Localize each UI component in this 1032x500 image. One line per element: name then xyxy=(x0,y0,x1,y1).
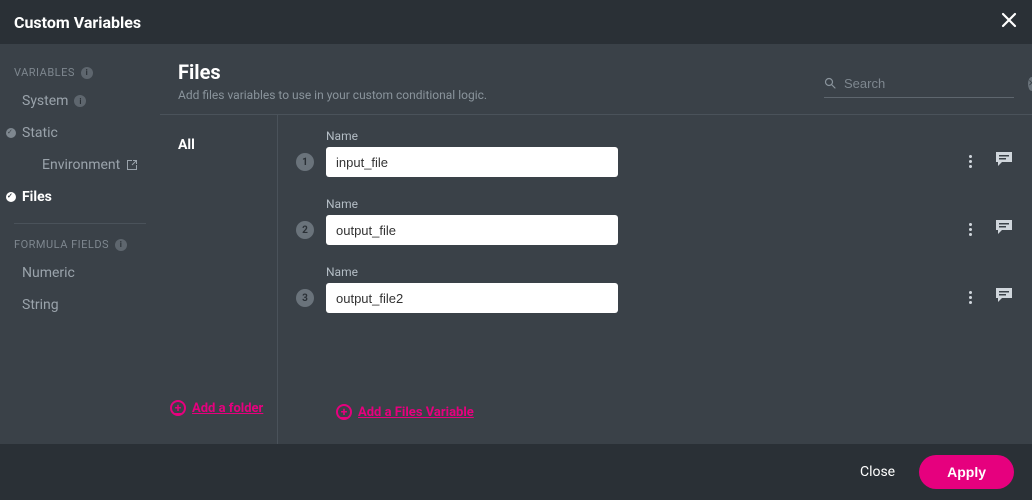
row-actions xyxy=(965,149,1014,173)
row-number-badge: 3 xyxy=(296,289,314,307)
sidebar-divider xyxy=(14,223,146,224)
kebab-menu-icon[interactable] xyxy=(965,287,976,308)
row-number-badge: 2 xyxy=(296,221,314,239)
variable-name-input[interactable] xyxy=(326,147,618,177)
sidebar-item-string[interactable]: String xyxy=(0,289,160,321)
sidebar-item-label: Static xyxy=(22,125,58,141)
group-label-text: VARIABLES xyxy=(14,66,75,79)
variable-row: 1 Name xyxy=(296,129,1014,177)
kebab-menu-icon[interactable] xyxy=(965,151,976,172)
field-label: Name xyxy=(326,129,618,143)
sidebar-item-label: Files xyxy=(22,189,52,205)
sidebar-item-label: System xyxy=(22,93,68,109)
variable-row: 2 Name xyxy=(296,197,1014,245)
external-link-icon xyxy=(126,159,138,171)
info-icon[interactable]: i xyxy=(115,239,127,251)
apply-button[interactable]: Apply xyxy=(919,455,1014,489)
main-panel: Files Add files variables to use in your… xyxy=(160,44,1032,444)
main-header: Files Add files variables to use in your… xyxy=(160,44,1032,115)
sidebar-item-label: Environment xyxy=(42,157,120,173)
add-folder-button[interactable]: + Add a folder xyxy=(160,400,277,426)
row-number-badge: 1 xyxy=(296,153,314,171)
dialog-title: Custom Variables xyxy=(14,13,141,32)
folder-tab-all[interactable]: All xyxy=(160,133,277,157)
sidebar-item-files[interactable]: Files xyxy=(0,181,160,213)
variable-row: 3 Name xyxy=(296,265,1014,313)
add-variable-label: Add a Files Variable xyxy=(358,405,474,420)
plus-circle-icon: + xyxy=(170,400,186,416)
name-field: Name xyxy=(326,129,618,177)
add-variable-button[interactable]: + Add a Files Variable xyxy=(296,404,1014,430)
main-heading-block: Files Add files variables to use in your… xyxy=(178,60,487,102)
sidebar-item-label: Numeric xyxy=(22,265,75,281)
folders-column: All + Add a folder xyxy=(160,115,278,444)
clear-search-icon[interactable]: ✕ xyxy=(1028,77,1032,91)
row-actions xyxy=(965,285,1014,309)
name-field: Name xyxy=(326,197,618,245)
info-icon[interactable]: i xyxy=(81,67,93,79)
add-folder-label: Add a folder xyxy=(192,401,263,416)
group-label-text: FORMULA FIELDS xyxy=(14,238,109,251)
field-label: Name xyxy=(326,197,618,211)
search-input[interactable] xyxy=(844,76,1020,91)
sidebar-group-variables: VARIABLES i xyxy=(0,62,160,85)
close-icon[interactable] xyxy=(1000,11,1018,33)
name-field: Name xyxy=(326,265,618,313)
comment-icon[interactable] xyxy=(994,149,1014,173)
sidebar-item-label: String xyxy=(22,297,59,313)
sidebar: VARIABLES i System i Static Environment … xyxy=(0,44,160,444)
dialog-footer: Close Apply xyxy=(0,444,1032,500)
sidebar-group-formula: FORMULA FIELDS i xyxy=(0,234,160,257)
sidebar-item-static[interactable]: Static xyxy=(0,117,160,149)
sidebar-item-system[interactable]: System i xyxy=(0,85,160,117)
comment-icon[interactable] xyxy=(994,285,1014,309)
sidebar-item-numeric[interactable]: Numeric xyxy=(0,257,160,289)
variable-name-input[interactable] xyxy=(326,215,618,245)
dialog-body: VARIABLES i System i Static Environment … xyxy=(0,44,1032,444)
kebab-menu-icon[interactable] xyxy=(965,219,976,240)
dialog-header: Custom Variables xyxy=(0,0,1032,44)
search-field[interactable]: ✕ xyxy=(824,74,1014,98)
page-subtitle: Add files variables to use in your custo… xyxy=(178,88,487,102)
custom-variables-dialog: Custom Variables VARIABLES i System i St… xyxy=(0,0,1032,500)
sidebar-item-environment[interactable]: Environment xyxy=(0,149,160,181)
plus-circle-icon: + xyxy=(336,404,352,420)
comment-icon[interactable] xyxy=(994,217,1014,241)
row-actions xyxy=(965,217,1014,241)
page-title: Files xyxy=(178,60,487,84)
close-button[interactable]: Close xyxy=(860,464,895,480)
variables-column: 1 Name 2 xyxy=(278,115,1032,444)
content-area: All + Add a folder 1 Name xyxy=(160,115,1032,444)
search-icon xyxy=(824,74,836,93)
field-label: Name xyxy=(326,265,618,279)
variable-name-input[interactable] xyxy=(326,283,618,313)
info-icon[interactable]: i xyxy=(74,95,86,107)
